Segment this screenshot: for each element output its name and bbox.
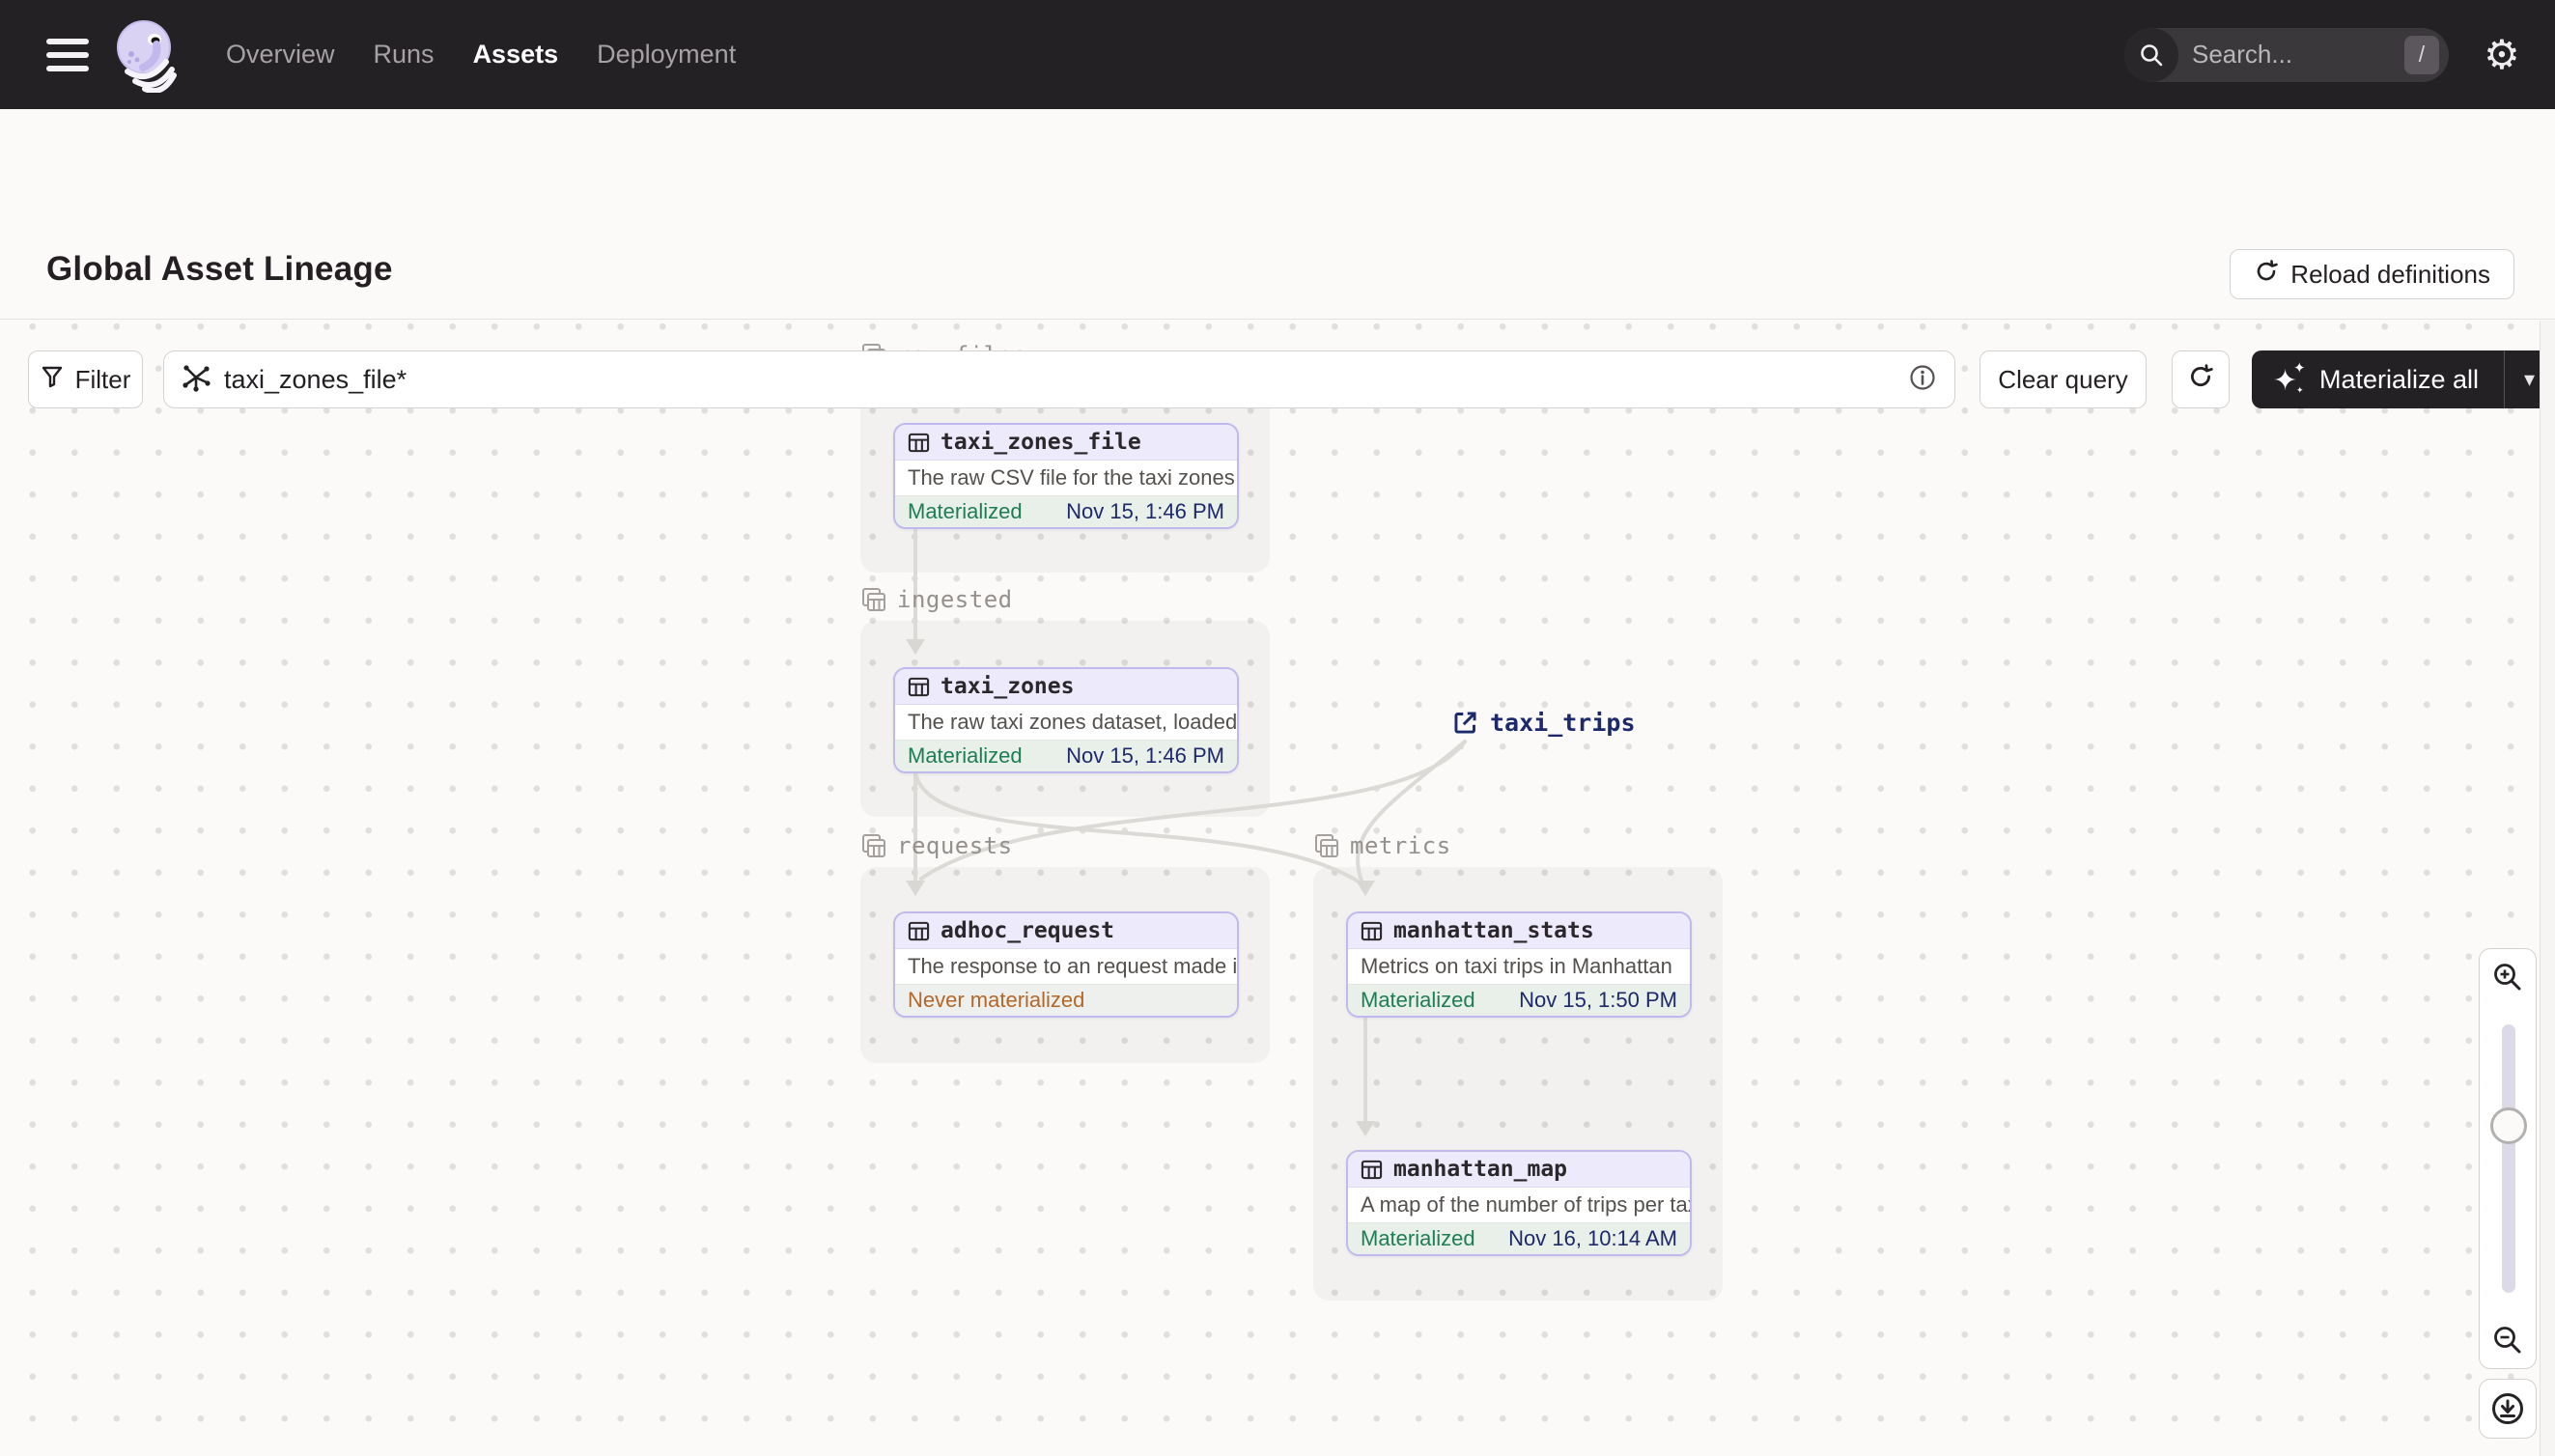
status-badge: Materialized — [1361, 988, 1475, 1012]
asset-selection-input-wrap — [163, 350, 1955, 408]
nav-overview[interactable]: Overview — [226, 40, 335, 70]
scrollbar-gutter[interactable] — [2540, 321, 2555, 1456]
primary-nav: Overview Runs Assets Deployment — [226, 40, 736, 70]
zoom-slider-track[interactable] — [2502, 1024, 2515, 1293]
table-icon — [1361, 1160, 1383, 1179]
zoom-controls — [2479, 948, 2537, 1369]
materialization-timestamp: Nov 16, 10:14 AM — [1508, 1226, 1677, 1250]
download-image-button[interactable] — [2479, 1379, 2537, 1439]
reload-definitions-button[interactable]: Reload definitions — [2230, 249, 2514, 299]
sparkle-icon: ✦ ✦ ✦ — [2273, 360, 2306, 397]
zoom-slider-handle[interactable] — [2490, 1107, 2527, 1144]
group-label-metrics[interactable]: metrics — [1313, 832, 1451, 859]
asset-group-icon — [1315, 834, 1338, 857]
materialization-timestamp: Nov 15, 1:46 PM — [1066, 499, 1224, 523]
nav-runs[interactable]: Runs — [374, 40, 435, 70]
status-badge: Materialized — [908, 743, 1023, 768]
asset-description: A map of the number of trips per taxi z.… — [1348, 1188, 1690, 1222]
menu-icon[interactable] — [46, 38, 89, 71]
asset-status-row: Materialized Nov 15, 1:50 PM — [1348, 984, 1690, 1016]
refresh-graph-button[interactable] — [2172, 350, 2230, 408]
lineage-edges — [906, 525, 1467, 1136]
nav-deployment[interactable]: Deployment — [597, 40, 736, 70]
asset-description: The raw CSV file for the taxi zones dat.… — [895, 461, 1237, 495]
asset-description: The response to an request made in th... — [895, 949, 1237, 984]
status-badge: Never materialized — [908, 988, 1085, 1012]
global-search[interactable]: Search... / — [2124, 27, 2449, 82]
table-icon — [908, 921, 930, 940]
group-label-requests[interactable]: requests — [860, 832, 1013, 859]
materialize-all-split-button: ✦ ✦ ✦ Materialize all ▾ — [2252, 350, 2555, 408]
zoom-in-button[interactable] — [2479, 948, 2537, 1006]
asset-group-icon — [862, 588, 885, 611]
asset-node-taxi-zones[interactable]: taxi_zones The raw taxi zones dataset, l… — [893, 667, 1239, 773]
group-label-ingested[interactable]: ingested — [860, 586, 1013, 613]
table-icon — [908, 433, 930, 452]
asset-node-manhattan-map[interactable]: manhattan_map A map of the number of tri… — [1346, 1150, 1692, 1256]
search-placeholder: Search... — [2192, 40, 2293, 69]
asset-status-row: Materialized Nov 15, 1:46 PM — [895, 495, 1237, 527]
table-icon — [1361, 921, 1383, 940]
asset-status-row: Materialized Nov 16, 10:14 AM — [1348, 1222, 1690, 1254]
asset-status-row: Materialized Nov 15, 1:46 PM — [895, 740, 1237, 771]
asset-description: Metrics on taxi trips in Manhattan — [1348, 949, 1690, 984]
asset-status-row: Never materialized — [895, 984, 1237, 1016]
page-header: Global Asset Lineage Reload definitions … — [0, 109, 2555, 408]
reload-icon — [2254, 259, 2279, 291]
asset-node-adhoc-request[interactable]: adhoc_request The response to an request… — [893, 911, 1239, 1018]
page-title: Global Asset Lineage — [46, 250, 393, 288]
asset-selection-input[interactable] — [224, 364, 1908, 395]
search-shortcut-badge: / — [2404, 35, 2439, 74]
status-badge: Materialized — [908, 499, 1023, 523]
query-info-icon[interactable] — [1908, 363, 1937, 397]
materialize-all-button[interactable]: ✦ ✦ ✦ Materialize all — [2252, 350, 2504, 408]
external-link-icon — [1454, 712, 1476, 734]
external-asset-taxi-trips[interactable]: taxi_trips — [1452, 709, 1636, 737]
asset-graph-icon — [182, 363, 211, 397]
asset-group-icon — [862, 834, 885, 857]
status-badge: Materialized — [1361, 1226, 1475, 1250]
filter-button[interactable]: Filter — [28, 350, 143, 408]
dagster-logo-icon[interactable] — [114, 17, 183, 94]
top-navbar: Overview Runs Assets Deployment Search..… — [0, 0, 2555, 109]
clear-query-button[interactable]: Clear query — [1979, 350, 2147, 408]
materialization-timestamp: Nov 15, 1:46 PM — [1066, 743, 1224, 768]
lineage-canvas[interactable]: raw_files ingested requests metrics taxi… — [0, 321, 2555, 1456]
zoom-out-button[interactable] — [2479, 1311, 2537, 1369]
zoom-slider — [2479, 1005, 2537, 1312]
asset-node-taxi-zones-file[interactable]: taxi_zones_file The raw CSV file for the… — [893, 423, 1239, 529]
nav-assets[interactable]: Assets — [473, 40, 559, 70]
materialization-timestamp: Nov 15, 1:50 PM — [1519, 988, 1677, 1012]
filter-funnel-icon — [41, 365, 64, 395]
asset-description: The raw taxi zones dataset, loaded int..… — [895, 705, 1237, 740]
search-icon — [2124, 27, 2178, 82]
refresh-icon — [2187, 363, 2214, 397]
settings-gear-icon[interactable]: ⚙ — [2449, 0, 2555, 109]
asset-node-manhattan-stats[interactable]: manhattan_stats Metrics on taxi trips in… — [1346, 911, 1692, 1018]
table-icon — [908, 677, 930, 696]
